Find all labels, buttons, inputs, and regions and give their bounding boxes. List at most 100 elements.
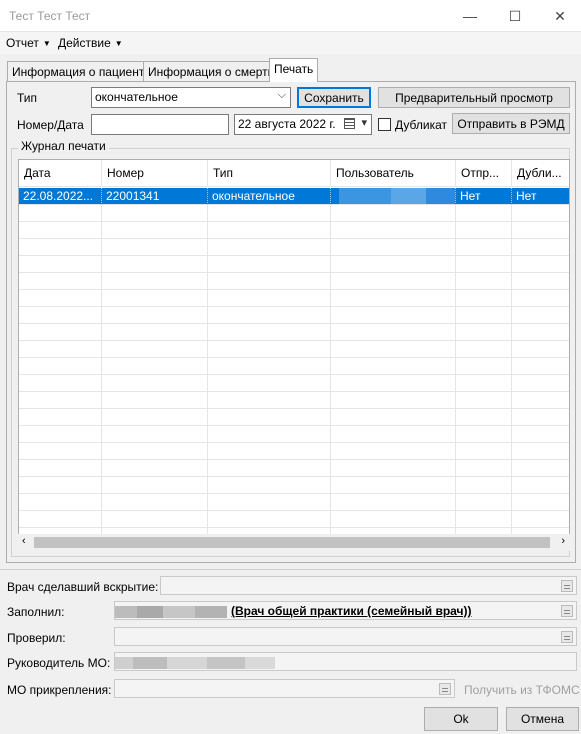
empty-cell: [512, 358, 569, 375]
empty-row: [19, 494, 569, 511]
empty-cell: [208, 477, 331, 494]
save-button[interactable]: Сохранить: [297, 87, 371, 108]
minimize-button[interactable]: —: [447, 0, 493, 32]
empty-cell: [331, 460, 456, 477]
calendar-icon[interactable]: [344, 118, 355, 129]
empty-cell: [456, 477, 512, 494]
cell-sent: Нет: [456, 188, 512, 205]
cell-duplicate: Нет: [512, 188, 569, 205]
empty-cell: [331, 375, 456, 392]
empty-cell: [19, 409, 102, 426]
ellipsis-icon[interactable]: [439, 683, 451, 695]
empty-cell: [19, 205, 102, 222]
empty-cell: [102, 409, 208, 426]
number-input[interactable]: [91, 114, 229, 135]
empty-cell: [331, 511, 456, 528]
tab-print[interactable]: Печать: [269, 58, 319, 82]
scroll-left-icon[interactable]: ‹: [22, 535, 26, 547]
filled-role: (Врач общей практики (семейный врач)): [231, 604, 472, 618]
empty-cell: [456, 273, 512, 290]
column-header-number[interactable]: Номер: [102, 160, 208, 187]
cell-number: 22001341: [102, 188, 208, 205]
ellipsis-icon[interactable]: [561, 605, 573, 617]
empty-cell: [331, 290, 456, 307]
cell-type: окончательное: [208, 188, 331, 205]
autopsy-doctor-field[interactable]: [160, 576, 577, 595]
empty-cell: [208, 205, 331, 222]
empty-cell: [512, 324, 569, 341]
preview-button[interactable]: Предварительный просмотр: [378, 87, 570, 108]
column-header-user[interactable]: Пользователь: [331, 160, 456, 187]
empty-row: [19, 460, 569, 477]
empty-cell: [208, 341, 331, 358]
ellipsis-icon[interactable]: [561, 631, 573, 643]
filled-label: Заполнил:: [7, 605, 65, 619]
empty-cell: [102, 460, 208, 477]
menu-action[interactable]: Действие ▼: [58, 36, 123, 50]
table-row[interactable]: 22.08.2022... 22001341 окончательное Нет…: [19, 188, 569, 205]
cancel-button[interactable]: Отмена: [506, 707, 579, 731]
scroll-right-icon[interactable]: ›: [561, 535, 565, 547]
empty-cell: [331, 494, 456, 511]
tab-patient-info[interactable]: Информация о пациенте: [7, 61, 156, 81]
empty-row: [19, 290, 569, 307]
head-mo-field[interactable]: [114, 652, 577, 671]
column-header-date[interactable]: Дата: [19, 160, 102, 187]
empty-cell: [102, 290, 208, 307]
checked-field[interactable]: [114, 627, 577, 646]
empty-cell: [19, 511, 102, 528]
empty-cell: [102, 222, 208, 239]
chevron-down-icon[interactable]: ▾: [361, 116, 367, 129]
column-header-sent[interactable]: Отпр...: [456, 160, 512, 187]
attachment-mo-field[interactable]: [114, 679, 455, 698]
empty-cell: [208, 494, 331, 511]
column-header-duplicate[interactable]: Дубли...: [512, 160, 569, 187]
horizontal-scrollbar[interactable]: ‹ ›: [18, 534, 570, 551]
empty-cell: [102, 341, 208, 358]
empty-cell: [208, 222, 331, 239]
tfoms-link[interactable]: Получить из ТФОМС: [464, 683, 580, 697]
journal-grid[interactable]: Дата Номер Тип Пользователь Отпр... Дубл…: [18, 159, 570, 551]
menu-report[interactable]: Отчет ▼: [6, 36, 51, 50]
empty-cell: [456, 239, 512, 256]
empty-row: [19, 392, 569, 409]
empty-cell: [102, 494, 208, 511]
empty-cell: [512, 477, 569, 494]
maximize-button[interactable]: ☐: [492, 0, 538, 32]
empty-cell: [102, 392, 208, 409]
empty-row: [19, 222, 569, 239]
attachment-mo-label: МО прикрепления:: [7, 683, 112, 697]
close-button[interactable]: ✕: [537, 0, 581, 32]
filled-field[interactable]: (Врач общей практики (семейный врач)): [114, 601, 577, 620]
type-select[interactable]: окончательное ⌵: [91, 87, 291, 108]
empty-cell: [208, 460, 331, 477]
empty-cell: [456, 256, 512, 273]
empty-cell: [102, 307, 208, 324]
empty-cell: [19, 477, 102, 494]
empty-row: [19, 511, 569, 528]
date-picker[interactable]: 22 августа 2022 г. ▾: [234, 114, 372, 135]
empty-row: [19, 239, 569, 256]
empty-cell: [512, 256, 569, 273]
ellipsis-icon[interactable]: [561, 580, 573, 592]
column-header-type[interactable]: Тип: [208, 160, 331, 187]
empty-cell: [208, 443, 331, 460]
empty-row: [19, 409, 569, 426]
empty-cell: [19, 494, 102, 511]
duplicate-checkbox[interactable]: [378, 118, 391, 131]
autopsy-doctor-label: Врач сделавший вскрытие:: [7, 580, 159, 594]
empty-cell: [456, 426, 512, 443]
empty-cell: [19, 307, 102, 324]
scrollbar-thumb[interactable]: [34, 537, 550, 548]
checked-label: Проверил:: [7, 631, 66, 645]
tab-death-info[interactable]: Информация о смерти: [143, 61, 280, 81]
empty-cell: [456, 222, 512, 239]
send-remd-button[interactable]: Отправить в РЭМД: [452, 113, 570, 134]
empty-cell: [19, 239, 102, 256]
cell-date: 22.08.2022...: [19, 188, 102, 205]
empty-cell: [456, 205, 512, 222]
ok-button[interactable]: Ok: [424, 707, 498, 731]
empty-cell: [102, 477, 208, 494]
empty-cell: [208, 273, 331, 290]
empty-cell: [19, 375, 102, 392]
